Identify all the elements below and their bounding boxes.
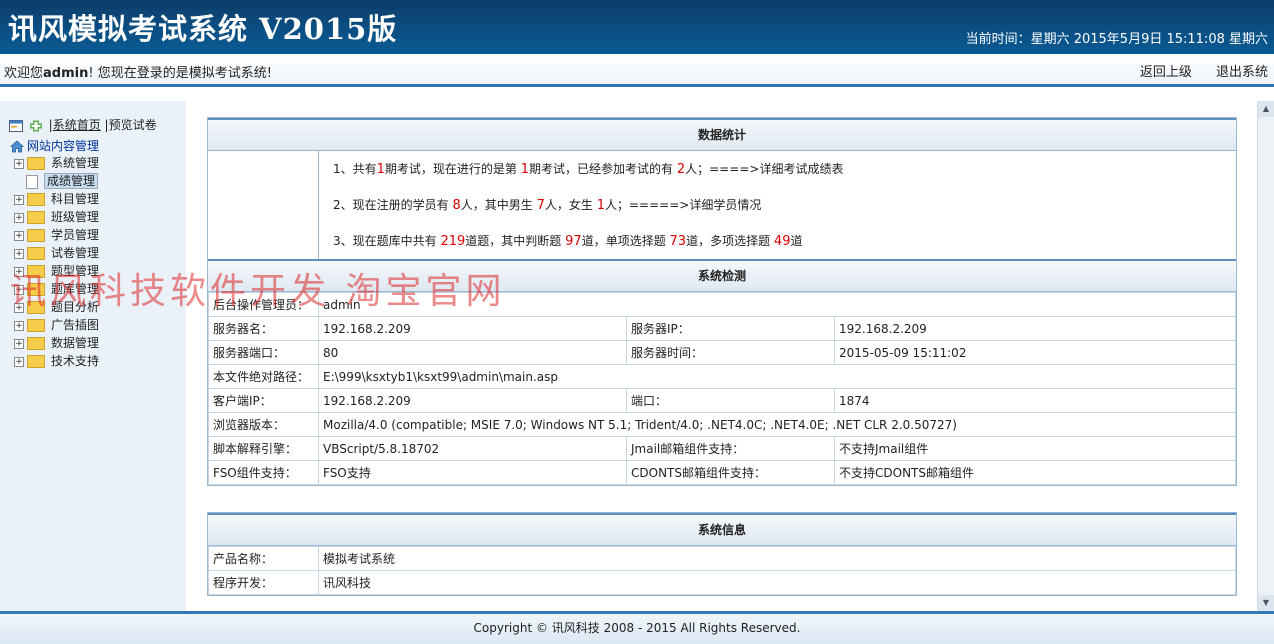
sidebar: |系统首页 |预览试卷 网站内容管理 + 系统管理 成绩管理 + 科目管理 + 班级管… [0, 101, 186, 611]
table-row: FSO组件支持： FSO支持 CDONTS邮箱组件支持： 不支持CDONTS邮箱组件 [208, 460, 1236, 485]
stats-body: 1、共有1期考试，现在进行的是第 1期考试，已经参加考试的有 2人；====>详… [208, 151, 1236, 259]
sidebar-item-label: 科目管理 [51, 192, 100, 206]
expand-plus-icon[interactable]: + [14, 284, 24, 295]
sidebar-toolbar: |系统首页 |预览试卷 [9, 116, 157, 133]
sidebar-item-subjects[interactable]: + 科目管理 [10, 190, 99, 208]
sidebar-item-label: 系统管理 [51, 156, 100, 170]
folder-icon [27, 355, 45, 368]
scroll-up-icon[interactable]: ▲ [1258, 101, 1274, 117]
preview-exam-link[interactable]: 预览试卷 [109, 118, 157, 132]
stats-title: 数据统计 [208, 118, 1236, 151]
folder-icon [27, 337, 45, 350]
current-time: 当前时间：星期六 2015年5月9日 15:11:08 星期六 [965, 32, 1268, 47]
sysinfo-table: 产品名称： 模拟考试系统 程序开发： 讯风科技 [208, 546, 1236, 595]
score-detail-link[interactable]: 人；====>详细考试成绩表 [685, 162, 843, 176]
sidebar-item-label: 技术支持 [51, 354, 100, 368]
sidebar-item-ads[interactable]: + 广告插图 [10, 316, 99, 334]
folder-icon [27, 265, 45, 278]
expand-plus-icon[interactable]: + [14, 338, 24, 349]
folder-icon [27, 283, 45, 296]
welcome-user: admin [43, 66, 89, 81]
exam-stats-line: 1、共有1期考试，现在进行的是第 1期考试，已经参加考试的有 2人；====>详… [333, 162, 844, 177]
main-content: 数据统计 1、共有1期考试，现在进行的是第 1期考试，已经参加考试的有 2人；=… [186, 101, 1258, 611]
tree-root[interactable]: 网站内容管理 [10, 137, 99, 154]
sidebar-item-support[interactable]: + 技术支持 [10, 352, 99, 370]
vertical-scrollbar[interactable]: ▲ ▼ [1257, 101, 1274, 611]
system-home-link[interactable]: 系统首页 [53, 118, 101, 132]
table-row: 浏览器版本： Mozilla/4.0 (compatible; MSIE 7.0;… [208, 412, 1236, 437]
scroll-down-icon[interactable]: ▼ [1258, 595, 1274, 611]
table-row: 服务器端口： 80 服务器时间： 2015-05-09 15:11:02 [208, 340, 1236, 365]
expand-plus-icon[interactable]: + [14, 356, 24, 367]
folder-icon [27, 319, 45, 332]
sidebar-item-system[interactable]: + 系统管理 [10, 154, 99, 172]
expand-plus-icon[interactable]: + [14, 320, 24, 331]
page-icon [26, 174, 38, 189]
welcome-prefix: 欢迎您 [4, 66, 44, 81]
question-stats-line: 3、现在题库中共有 219道题，其中判断题 97道，单项选择题 73道，多项选择… [333, 234, 803, 249]
sidebar-item-question-bank[interactable]: + 题库管理 [10, 280, 99, 298]
table-row: 程序开发： 讯风科技 [208, 570, 1236, 595]
top-banner: 讯风模拟考试系统 V2015版 当前时间：星期六 2015年5月9日 15:11… [0, 0, 1274, 54]
sidebar-item-papers[interactable]: + 试卷管理 [10, 244, 99, 262]
table-row: 本文件绝对路径： E:\999\ksxtyb1\ksxt99\admin\main… [208, 364, 1236, 389]
sidebar-item-label: 广告插图 [51, 318, 100, 332]
table-row: 服务器名： 192.168.2.209 服务器IP： 192.168.2.209 [208, 316, 1236, 341]
folder-icon [27, 301, 45, 314]
tree-root-label: 网站内容管理 [27, 139, 100, 153]
syscheck-title: 系统检测 [208, 259, 1236, 292]
sysinfo-panel: 系统信息 产品名称： 模拟考试系统 程序开发： 讯风科技 [207, 512, 1237, 596]
folder-icon [27, 157, 45, 170]
syscheck-table: 后台操作管理员： admin 服务器名： 192.168.2.209 服务器IP： 19… [208, 292, 1236, 485]
table-row: 脚本解释引擎： VBScript/5.8.18702 Jmail邮箱组件支持： 不支持… [208, 436, 1236, 461]
expand-plus-icon[interactable]: + [14, 266, 24, 277]
sidebar-item-label: 题库管理 [51, 282, 100, 296]
expand-plus-icon[interactable]: + [14, 158, 24, 169]
expand-plus-icon[interactable]: + [14, 302, 24, 313]
window-icon [9, 119, 23, 132]
sidebar-item-question-types[interactable]: + 题型管理 [10, 262, 99, 280]
sidebar-item-data[interactable]: + 数据管理 [10, 334, 99, 352]
sidebar-item-label: 成绩管理 [44, 173, 99, 189]
expand-plus-icon[interactable]: + [14, 248, 24, 259]
table-row: 客户端IP： 192.168.2.209 端口： 1874 [208, 388, 1236, 413]
footer: Copyright © 讯风科技 2008 - 2015 All Rights … [0, 611, 1274, 644]
sidebar-item-label: 数据管理 [51, 336, 100, 350]
sidebar-item-label: 题目分析 [51, 300, 100, 314]
top-links: 返回上级 退出系统 [1120, 61, 1268, 80]
logout-link[interactable]: 退出系统 [1216, 65, 1268, 80]
app-title: 讯风模拟考试系统 V2015版 [8, 12, 398, 46]
expand-plus-icon[interactable]: + [14, 212, 24, 223]
sidebar-item-label: 班级管理 [51, 210, 100, 224]
sidebar-item-scores[interactable]: 成绩管理 [10, 172, 99, 190]
student-stats-line: 2、现在注册的学员有 8人，其中男生 7人，女生 1人；=====>详细学员情况 [333, 198, 762, 213]
sidebar-item-classes[interactable]: + 班级管理 [10, 208, 99, 226]
back-link[interactable]: 返回上级 [1140, 65, 1192, 80]
nav-tree: 网站内容管理 + 系统管理 成绩管理 + 科目管理 + 班级管理 + 学员管理 + 试卷管… [10, 137, 99, 370]
sidebar-item-label: 试卷管理 [51, 246, 100, 260]
expand-plus-icon[interactable]: + [14, 230, 24, 241]
folder-icon [27, 211, 45, 224]
home-icon [10, 140, 24, 153]
welcome-bar: 欢迎您admin! 您现在登录的是模拟考试系统! 返回上级 退出系统 [0, 54, 1274, 87]
expand-icon[interactable] [29, 120, 43, 132]
welcome-suffix: ! 您现在登录的是模拟考试系统! [88, 66, 272, 81]
sidebar-item-label: 学员管理 [51, 228, 100, 242]
folder-icon [27, 229, 45, 242]
expand-plus-icon[interactable]: + [14, 194, 24, 205]
sysinfo-title: 系统信息 [208, 513, 1236, 546]
table-row: 后台操作管理员： admin [208, 292, 1236, 317]
sidebar-item-analysis[interactable]: + 题目分析 [10, 298, 99, 316]
stats-panel: 数据统计 1、共有1期考试，现在进行的是第 1期考试，已经参加考试的有 2人；=… [207, 117, 1237, 486]
sidebar-item-label: 题型管理 [51, 264, 100, 278]
sidebar-item-students[interactable]: + 学员管理 [10, 226, 99, 244]
welcome-message: 欢迎您admin! 您现在登录的是模拟考试系统! [4, 62, 272, 81]
student-detail-link[interactable]: 人；=====>详细学员情况 [605, 198, 761, 212]
folder-icon [27, 193, 45, 206]
folder-icon [27, 247, 45, 260]
table-row: 产品名称： 模拟考试系统 [208, 546, 1236, 571]
